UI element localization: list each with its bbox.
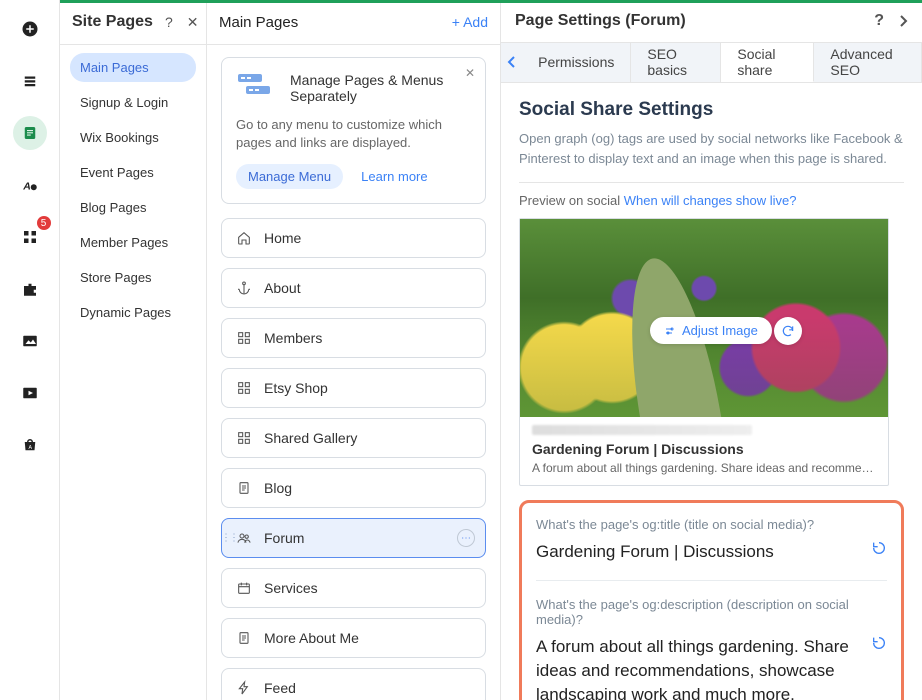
main-pages-panel: Main Pages + Add ? ✕ ✕ Manage Pages & Me…: [207, 0, 501, 700]
grid-icon: [236, 380, 252, 396]
apps-icon[interactable]: 5: [13, 220, 47, 254]
category-store-pages[interactable]: Store Pages: [70, 263, 196, 292]
tab-advanced-seo[interactable]: Advanced SEO: [814, 43, 922, 83]
tab-social-share[interactable]: Social share: [721, 43, 814, 83]
page-item-label: Feed: [264, 680, 296, 696]
page-item-label: About: [264, 280, 301, 296]
apps-badge: 5: [37, 216, 51, 230]
settings-tabs: PermissionsSEO basicsSocial shareAdvance…: [501, 42, 922, 84]
adjust-image-button[interactable]: Adjust Image: [650, 317, 772, 344]
tabs-scroll-left[interactable]: [501, 43, 522, 83]
category-blog-pages[interactable]: Blog Pages: [70, 193, 196, 222]
help-icon[interactable]: ?: [165, 14, 173, 31]
preview-label: Preview on social: [519, 193, 624, 208]
page-item-label: Shared Gallery: [264, 430, 357, 446]
preview-title: Gardening Forum | Discussions: [532, 441, 876, 457]
category-member-pages[interactable]: Member Pages: [70, 228, 196, 257]
page-icon: [236, 630, 252, 646]
og-fields-callout: What's the page's og:title (title on soc…: [519, 500, 904, 700]
preview-desc: A forum about all things gardening. Shar…: [532, 461, 876, 475]
revert-og-desc-button[interactable]: [871, 635, 887, 651]
video-icon[interactable]: [13, 376, 47, 410]
help-icon[interactable]: ?: [874, 12, 884, 30]
refresh-image-button[interactable]: [774, 317, 802, 345]
layers-icon[interactable]: [13, 64, 47, 98]
category-wix-bookings[interactable]: Wix Bookings: [70, 123, 196, 152]
svg-text:A: A: [28, 445, 32, 451]
close-icon[interactable]: ✕: [187, 14, 199, 31]
social-preview-card: Adjust Image Gardening Forum | Discussio…: [519, 218, 889, 486]
og-desc-input[interactable]: A forum about all things gardening. Shar…: [536, 635, 887, 700]
manage-menu-button[interactable]: Manage Menu: [236, 164, 343, 189]
revert-og-title-button[interactable]: [871, 540, 887, 556]
preview-changes-link[interactable]: When will changes show live?: [624, 193, 797, 208]
page-settings-panel: Page Settings (Forum) ? PermissionsSEO b…: [501, 0, 922, 700]
image-icon[interactable]: [13, 324, 47, 358]
add-page-button[interactable]: + Add: [452, 14, 488, 30]
page-item-feed[interactable]: Feed: [221, 668, 486, 700]
menus-glyph-icon: [236, 72, 278, 102]
drag-handle-icon[interactable]: ⋮⋮: [221, 533, 237, 544]
category-signup-login[interactable]: Signup & Login: [70, 88, 196, 117]
page-item-more-button[interactable]: ⋯: [457, 529, 475, 547]
page-settings-title: Page Settings (Forum): [515, 12, 686, 30]
page-item-blog[interactable]: Blog: [221, 468, 486, 508]
manage-menus-info: ✕ Manage Pages & Menus Separately Go to …: [221, 57, 486, 204]
social-share-desc: Open graph (og) tags are used by social …: [519, 129, 904, 168]
home-icon: [236, 230, 252, 246]
page-item-label: Blog: [264, 480, 292, 496]
social-share-heading: Social Share Settings: [519, 99, 904, 121]
category-event-pages[interactable]: Event Pages: [70, 158, 196, 187]
pages-icon[interactable]: [13, 116, 47, 150]
plugin-icon[interactable]: [13, 272, 47, 306]
page-item-shared-gallery[interactable]: Shared Gallery: [221, 418, 486, 458]
page-item-label: Etsy Shop: [264, 380, 328, 396]
page-item-label: Forum: [264, 530, 304, 546]
page-item-forum[interactable]: ⋮⋮ Forum ⋯: [221, 518, 486, 558]
left-rail: A 5 A: [0, 0, 60, 700]
store-icon[interactable]: A: [13, 428, 47, 462]
grid-icon: [236, 330, 252, 346]
page-icon: [236, 480, 252, 496]
page-item-services[interactable]: Services: [221, 568, 486, 608]
page-item-etsy-shop[interactable]: Etsy Shop: [221, 368, 486, 408]
collapse-icon[interactable]: [898, 14, 908, 28]
svg-text:A: A: [22, 181, 31, 193]
page-item-home[interactable]: Home: [221, 218, 486, 258]
page-item-about[interactable]: About: [221, 268, 486, 308]
og-title-label: What's the page's og:title (title on soc…: [536, 517, 887, 532]
tab-seo-basics[interactable]: SEO basics: [631, 43, 721, 83]
grid-icon: [236, 430, 252, 446]
site-pages-panel: Site Pages Main PagesSignup & LoginWix B…: [60, 0, 207, 700]
og-desc-label: What's the page's og:description (descri…: [536, 597, 887, 627]
main-pages-title: Main Pages: [219, 14, 298, 31]
anchor-icon: [236, 280, 252, 296]
page-item-members[interactable]: Members: [221, 318, 486, 358]
text-icon[interactable]: A: [13, 168, 47, 202]
tab-permissions[interactable]: Permissions: [522, 43, 631, 83]
people-icon: [236, 530, 252, 546]
info-close-icon[interactable]: ✕: [465, 66, 475, 80]
learn-more-link[interactable]: Learn more: [361, 169, 427, 184]
page-item-label: Services: [264, 580, 318, 596]
og-title-input[interactable]: Gardening Forum | Discussions: [536, 540, 887, 564]
category-main-pages[interactable]: Main Pages: [70, 53, 196, 82]
calendar-icon: [236, 580, 252, 596]
page-item-label: Home: [264, 230, 301, 246]
page-item-label: Members: [264, 330, 322, 346]
page-item-more-about-me[interactable]: More About Me: [221, 618, 486, 658]
page-item-label: More About Me: [264, 630, 359, 646]
category-dynamic-pages[interactable]: Dynamic Pages: [70, 298, 196, 327]
add-icon[interactable]: [13, 12, 47, 46]
lightning-icon: [236, 680, 252, 696]
preview-url-placeholder: [532, 425, 752, 435]
